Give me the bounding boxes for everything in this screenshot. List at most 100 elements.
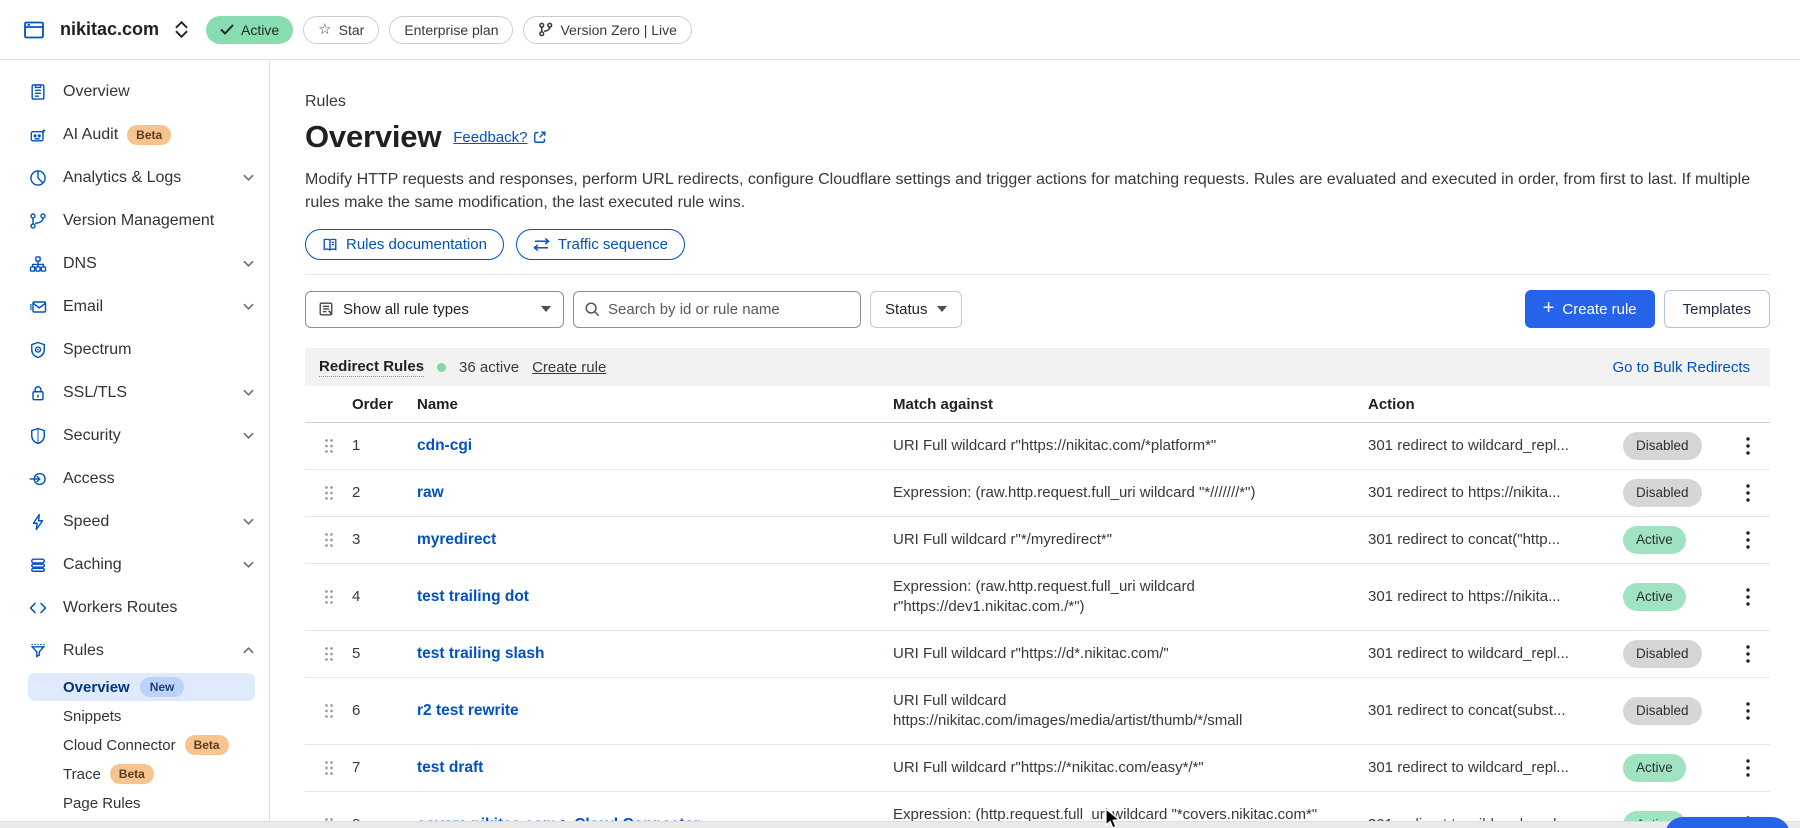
new-badge: New (140, 677, 185, 697)
sidebar-item-analytics[interactable]: Analytics & Logs (0, 156, 269, 199)
caret-down-icon (541, 306, 551, 312)
page-title: Overview (305, 119, 441, 155)
rule-name-link[interactable]: r2 test rewrite (417, 702, 519, 719)
lightning-icon (28, 512, 48, 532)
table-row: 6 r2 test rewrite URI Full wildcard http… (305, 678, 1770, 745)
sidebar-item-speed[interactable]: Speed (0, 500, 269, 543)
drag-handle[interactable] (305, 690, 352, 732)
rules-documentation-button[interactable]: Rules documentation (305, 229, 504, 260)
bulk-redirects-link[interactable]: Go to Bulk Redirects (1612, 359, 1750, 376)
drag-handle[interactable] (305, 519, 352, 561)
sidebar-item-workers-routes[interactable]: Workers Routes (0, 586, 269, 629)
section-create-rule-link[interactable]: Create rule (532, 359, 606, 376)
sidebar-item-version-management[interactable]: Version Management (0, 199, 269, 242)
sidebar-subitem-cloud-connector[interactable]: Cloud Connector Beta (28, 731, 255, 759)
row-menu-button[interactable] (1725, 588, 1770, 606)
status-pill: Disabled (1623, 479, 1702, 507)
rule-action: 301 redirect to https://nikita... (1368, 574, 1623, 620)
swap-arrows-icon (533, 237, 550, 252)
create-rule-button[interactable]: + Create rule (1525, 290, 1655, 328)
sidebar-subitem-rules-overview[interactable]: Overview New (28, 673, 255, 701)
table-header: Order Name Match against Action (305, 386, 1770, 423)
chevron-down-icon (243, 561, 254, 568)
sidebar-item-spectrum[interactable]: Spectrum (0, 328, 269, 371)
breadcrumb: Rules (305, 93, 1770, 111)
horizontal-scrollbar[interactable] (0, 821, 1800, 828)
sidebar-item-ssl-tls[interactable]: SSL/TLS (0, 371, 269, 414)
traffic-sequence-button[interactable]: Traffic sequence (516, 229, 685, 260)
rule-name-link[interactable]: myredirect (417, 531, 496, 548)
rule-order: 7 (352, 745, 417, 791)
sidebar: Overview AI Audit Beta Analytics & Logs … (0, 60, 270, 828)
rule-name-link[interactable]: test trailing slash (417, 645, 544, 662)
chevron-down-icon (243, 260, 254, 267)
rule-order: 4 (352, 574, 417, 620)
sidebar-item-email[interactable]: Email (0, 285, 269, 328)
row-menu-button[interactable] (1725, 759, 1770, 777)
drag-handle[interactable] (305, 472, 352, 514)
status-pill: Active (1623, 583, 1686, 611)
sidebar-item-access[interactable]: Access (0, 457, 269, 500)
rule-match: Expression: (raw.http.request.full_uri w… (893, 470, 1368, 516)
rule-name-link[interactable]: test draft (417, 759, 483, 776)
git-branch-icon (538, 22, 553, 37)
rule-order: 6 (352, 688, 417, 734)
rule-match: URI Full wildcard r"https://*nikitac.com… (893, 745, 1368, 791)
pie-chart-icon (28, 168, 48, 188)
rule-name-link[interactable]: cdn-cgi (417, 437, 472, 454)
status-badge: Active (206, 16, 293, 44)
table-row: 2 raw Expression: (raw.http.request.full… (305, 470, 1770, 517)
drag-handle[interactable] (305, 747, 352, 789)
star-button[interactable]: ☆ Star (303, 16, 379, 44)
sidebar-item-security[interactable]: Security (0, 414, 269, 457)
domain-name: nikitac.com (60, 19, 159, 40)
sidebar-item-dns[interactable]: DNS (0, 242, 269, 285)
section-title[interactable]: Redirect Rules (319, 358, 424, 377)
rule-action: 301 redirect to wildcard_repl... (1368, 423, 1623, 469)
status-filter[interactable]: Status (870, 291, 962, 328)
plus-icon: + (1543, 298, 1555, 318)
divider (305, 274, 1770, 275)
search-input[interactable] (573, 291, 861, 328)
star-icon: ☆ (318, 22, 331, 37)
version-selector[interactable]: Version Zero | Live (523, 16, 691, 44)
sidebar-subitem-page-rules[interactable]: Page Rules (28, 789, 255, 817)
rule-order: 5 (352, 631, 417, 677)
cache-stack-icon (28, 555, 48, 575)
row-menu-button[interactable] (1725, 702, 1770, 720)
row-menu-button[interactable] (1725, 531, 1770, 549)
rule-name-link[interactable]: raw (417, 484, 444, 501)
rule-type-filter[interactable]: Show all rule types (305, 291, 564, 328)
active-dot (437, 363, 446, 372)
status-pill: Active (1623, 754, 1686, 782)
git-branch-icon (28, 211, 48, 231)
support-widget-button[interactable] (1665, 817, 1790, 828)
rule-action: 301 redirect to concat("http... (1368, 517, 1623, 563)
table-row: 7 test draft URI Full wildcard r"https:/… (305, 745, 1770, 792)
templates-button[interactable]: Templates (1664, 290, 1770, 328)
sidebar-subitem-snippets[interactable]: Snippets (28, 702, 255, 730)
drag-handle[interactable] (305, 576, 352, 618)
status-pill: Disabled (1623, 432, 1702, 460)
domain-switcher-icon[interactable] (175, 21, 188, 38)
rule-match: URI Full wildcard r"https://d*.nikitac.c… (893, 631, 1368, 677)
drag-handle[interactable] (305, 425, 352, 467)
sidebar-item-caching[interactable]: Caching (0, 543, 269, 586)
cloudflare-dashboard: nikitac.com Active ☆ Star Enterprise pla… (0, 0, 1800, 828)
chevron-down-icon (243, 518, 254, 525)
beta-badge: Beta (185, 735, 229, 755)
row-menu-button[interactable] (1725, 645, 1770, 663)
external-link-icon (533, 130, 547, 144)
plan-badge[interactable]: Enterprise plan (389, 16, 513, 44)
login-arrow-icon (28, 469, 48, 489)
sidebar-subitem-trace[interactable]: Trace Beta (28, 760, 255, 788)
sidebar-item-overview[interactable]: Overview (0, 70, 269, 113)
sidebar-item-ai-audit[interactable]: AI Audit Beta (0, 113, 269, 156)
row-menu-button[interactable] (1725, 437, 1770, 455)
rule-order: 1 (352, 423, 417, 469)
drag-handle[interactable] (305, 633, 352, 675)
rule-name-link[interactable]: test trailing dot (417, 588, 529, 605)
sidebar-item-rules[interactable]: Rules (0, 629, 269, 672)
row-menu-button[interactable] (1725, 484, 1770, 502)
feedback-link[interactable]: Feedback? (453, 129, 527, 146)
